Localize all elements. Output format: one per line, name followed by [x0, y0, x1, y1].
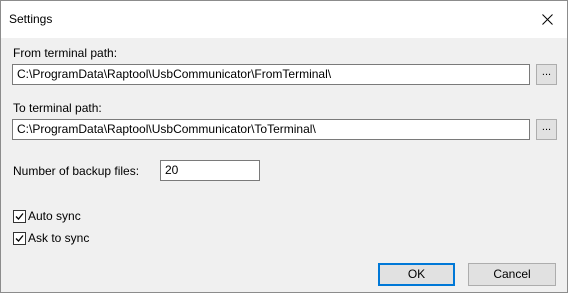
from-terminal-browse-button[interactable]: ... — [536, 64, 557, 85]
auto-sync-checkbox[interactable] — [13, 210, 26, 223]
checkmark-icon — [15, 213, 24, 220]
auto-sync-label: Auto sync — [28, 209, 81, 223]
title-bar: Settings — [1, 1, 567, 38]
checkmark-icon — [15, 235, 24, 242]
backup-files-label: Number of backup files: — [13, 164, 140, 178]
ask-to-sync-checkbox[interactable] — [13, 232, 26, 245]
to-terminal-label: To terminal path: — [13, 101, 102, 115]
to-terminal-path-field[interactable]: C:\ProgramData\Raptool\UsbCommunicator\T… — [12, 119, 530, 140]
window-title: Settings — [9, 12, 53, 26]
cancel-button[interactable]: Cancel — [468, 263, 556, 286]
close-button[interactable] — [527, 1, 567, 38]
ok-button[interactable]: OK — [378, 263, 455, 286]
from-terminal-path-field[interactable]: C:\ProgramData\Raptool\UsbCommunicator\F… — [12, 64, 530, 85]
settings-dialog: Settings From terminal path: C:\ProgramD… — [0, 0, 568, 293]
close-icon — [541, 14, 553, 25]
ask-to-sync-label: Ask to sync — [28, 231, 90, 245]
to-terminal-browse-button[interactable]: ... — [536, 119, 557, 140]
backup-files-field[interactable]: 20 — [160, 160, 260, 181]
from-terminal-label: From terminal path: — [13, 46, 118, 60]
